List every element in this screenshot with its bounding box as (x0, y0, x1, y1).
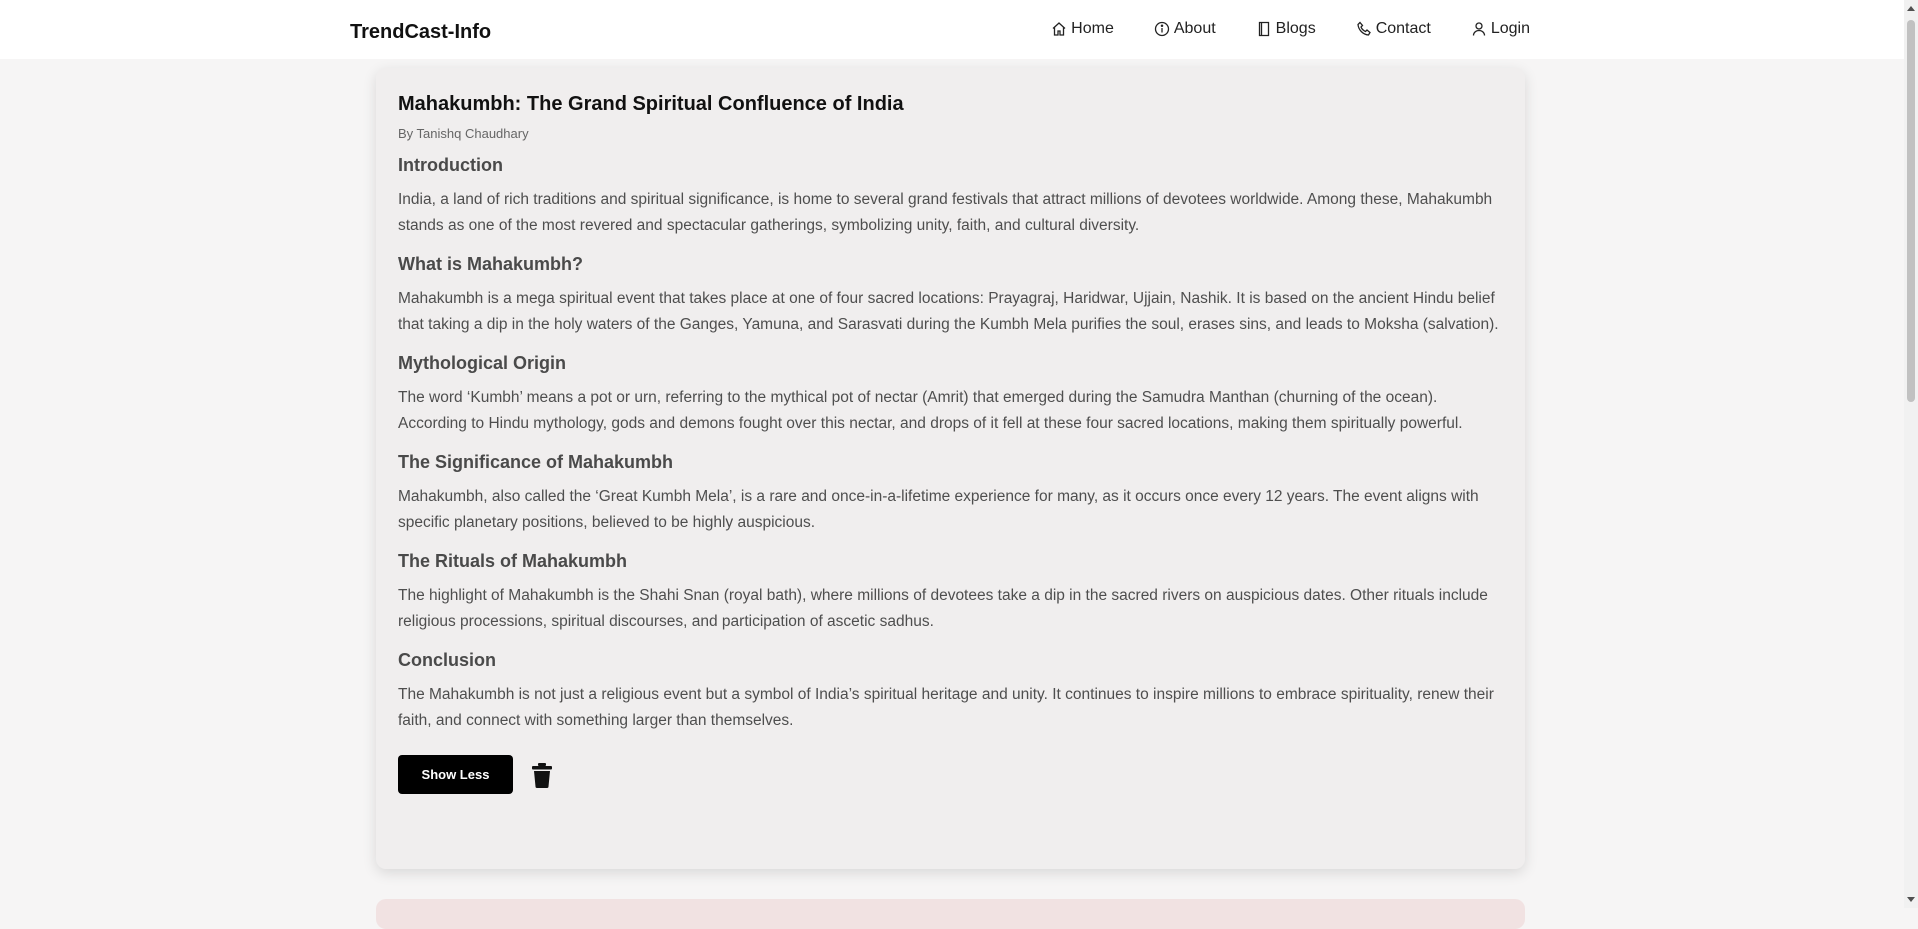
blog-post-card: Mahakumbh: The Grand Spiritual Confluenc… (376, 68, 1525, 869)
info-icon (1154, 21, 1170, 37)
scroll-thumb[interactable] (1907, 20, 1915, 402)
nav-blogs-label: Blogs (1275, 20, 1316, 37)
section-heading: Conclusion (398, 650, 496, 670)
nav-login-label: Login (1490, 20, 1530, 37)
nav-about-label: About (1173, 20, 1216, 37)
nav-contact-label: Contact (1375, 20, 1431, 37)
post-section: Mythological Origin The word ‘Kumbh’ mea… (398, 351, 1503, 436)
nav-home-label: Home (1071, 20, 1114, 37)
scroll-up-icon[interactable] (1907, 6, 1915, 11)
section-heading: What is Mahakumbh? (398, 254, 584, 274)
section-heading: The Significance of Mahakumbh (398, 452, 674, 472)
section-body: The highlight of Mahakumbh is the Shahi … (398, 587, 1488, 630)
trash-icon[interactable] (531, 762, 553, 788)
show-less-button[interactable]: Show Less (398, 755, 513, 794)
nav-login[interactable]: Login (1471, 20, 1530, 38)
brand-logo[interactable]: TrendCast-Info (350, 21, 491, 44)
post-author: By Tanishq Chaudhary (398, 126, 529, 141)
section-heading: Mythological Origin (398, 353, 567, 373)
post-section: Introduction India, a land of rich tradi… (398, 153, 1503, 238)
post-section: The Significance of Mahakumbh Mahakumbh,… (398, 450, 1503, 535)
nav-blogs[interactable]: Blogs (1256, 20, 1316, 38)
scroll-down-icon[interactable] (1907, 897, 1915, 902)
section-body: India, a land of rich traditions and spi… (398, 191, 1493, 234)
phone-icon (1357, 21, 1371, 36)
section-body: Mahakumbh is a mega spiritual event that… (398, 290, 1499, 333)
section-body: The Mahakumbh is not just a religious ev… (398, 686, 1494, 729)
post-actions: Show Less (398, 755, 1503, 794)
nav-menu: Home About Blogs Contact Login (1051, 20, 1530, 38)
nav-about[interactable]: About (1154, 20, 1216, 38)
book-icon (1258, 21, 1269, 37)
section-heading: The Rituals of Mahakumbh (398, 551, 628, 571)
next-post-card (376, 899, 1525, 929)
nav-home[interactable]: Home (1051, 20, 1114, 38)
post-section: The Rituals of Mahakumbh The highlight o… (398, 549, 1503, 634)
section-body: Mahakumbh, also called the ‘Great Kumbh … (398, 488, 1479, 531)
post-title: Mahakumbh: The Grand Spiritual Confluenc… (398, 93, 904, 115)
page-scrollbar[interactable] (1904, 0, 1918, 908)
section-body: The word ‘Kumbh’ means a pot or urn, ref… (398, 389, 1463, 432)
nav-contact[interactable]: Contact (1356, 20, 1431, 38)
post-section: What is Mahakumbh? Mahakumbh is a mega s… (398, 252, 1503, 337)
section-heading: Introduction (398, 155, 503, 175)
post-section: Conclusion The Mahakumbh is not just a r… (398, 648, 1503, 733)
navbar: TrendCast-Info Home About Blogs Contact … (0, 0, 1904, 59)
home-icon (1052, 22, 1066, 36)
user-icon (1472, 22, 1485, 36)
